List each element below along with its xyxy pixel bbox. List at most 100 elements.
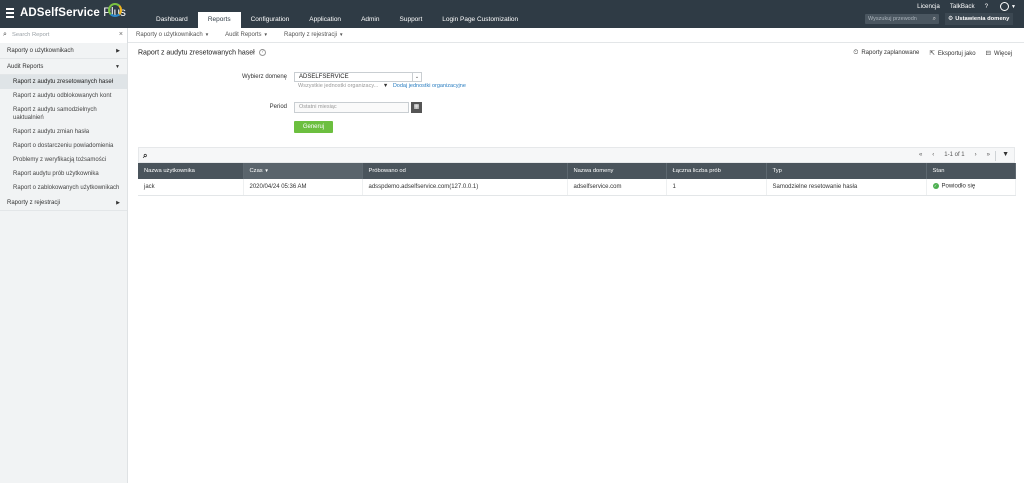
sidebar-group-label: Raporty z rejestracji [7, 200, 61, 206]
tab-application[interactable]: Application [299, 12, 351, 28]
search-guide-input[interactable]: Wyszukuj przewodn ⌕ [865, 14, 939, 24]
pager: « ‹ 1-1 of 1 › » [909, 152, 990, 158]
chevron-down-icon: ▼ [263, 32, 268, 37]
sidebar-item-identity-verification[interactable]: Problemy z weryfikacją tożsamości [0, 153, 127, 167]
cell-username: jack [138, 179, 244, 196]
report-search-placeholder: Search Report [12, 32, 50, 38]
help-icon[interactable]: ? [258, 49, 266, 56]
more-label: Więcej [993, 51, 1012, 57]
period-input[interactable]: Ostatni miesiąc [294, 102, 409, 113]
chevron-right-icon: ▶ [116, 200, 120, 206]
scheduled-reports-label: Raporty zaplanowane [861, 50, 920, 56]
user-icon[interactable] [1000, 2, 1010, 11]
column-header-username[interactable]: Nazwa użytkownika [138, 163, 244, 179]
pager-first-button[interactable]: « [919, 152, 922, 158]
column-header-time[interactable]: Czas ▼ [243, 163, 363, 179]
more-button[interactable]: ⊟ Więcej [986, 49, 1012, 57]
table-row[interactable]: jack 2020/04/24 05:36 AM adsspdemo.adsel… [138, 179, 1016, 196]
chevron-down-icon[interactable]: ⌄ [412, 73, 421, 81]
scheduled-reports-button[interactable]: ⏲ Raporty zaplanowane [853, 49, 919, 57]
column-header-domain[interactable]: Nazwa domeny [567, 163, 667, 179]
column-header-attempted-from[interactable]: Próbowano od [362, 163, 568, 179]
period-label: Period [269, 104, 287, 110]
ou-placeholder[interactable]: Wszystkie jednostki organizacy... [298, 83, 378, 89]
tab-login-page-customization[interactable]: Login Page Customization [432, 12, 528, 28]
main-content: Raport z audytu zresetowanych haseł? ⏲ Ra… [128, 43, 1024, 483]
domain-settings-button[interactable]: ⚙ Ustawienia domeny [945, 13, 1014, 25]
tab-reports[interactable]: Reports [197, 12, 241, 29]
filter-icon[interactable]: ▼ [1002, 151, 1009, 158]
column-header-type[interactable]: Typ [766, 163, 927, 179]
pager-prev-button[interactable]: ‹ [932, 152, 934, 158]
export-button[interactable]: ⇱ Eksportuj jako [929, 49, 975, 57]
column-header-time-label: Czas [249, 168, 263, 174]
page-actions: ⏲ Raporty zaplanowane ⇱ Eksportuj jako ⊟ Wi… [843, 49, 1012, 57]
brand-swirl-icon [108, 3, 122, 17]
submenu-audit-reports[interactable]: Audit Reports ▼ [225, 32, 268, 38]
divider [995, 151, 996, 161]
filter-icon[interactable]: ▼ [383, 83, 388, 89]
chevron-down-icon[interactable]: ▼ [1011, 4, 1016, 10]
add-ou-link[interactable]: Dodaj jednostki organizacyjne [393, 83, 466, 89]
cell-status: ✓ Powiodło się [926, 179, 1016, 196]
generate-button[interactable]: Generuj [294, 121, 333, 133]
brand-name: ADSelfService [20, 7, 100, 19]
pager-last-button[interactable]: » [987, 152, 990, 158]
top-links: Licencja TalkBack ? ▼ [907, 2, 1016, 11]
search-guide-placeholder: Wyszukuj przewodn [868, 16, 917, 22]
cell-time: 2020/04/24 05:36 AM [243, 179, 363, 196]
submenu-enrollment-reports[interactable]: Raporty z rejestracji ▼ [284, 32, 343, 38]
page-title: Raport z audytu zresetowanych haseł? [138, 49, 266, 56]
sub-navbar: ⌕ Search Report × Raporty o użytkownikac… [0, 28, 1024, 43]
more-icon: ⊟ [985, 50, 991, 57]
pager-range: 1-1 of 1 [944, 152, 965, 158]
export-label: Eksportuj jako [937, 51, 976, 57]
help-link[interactable]: ? [985, 3, 988, 10]
page-title-text: Raport z audytu zresetowanych haseł [138, 49, 255, 57]
chevron-down-icon: ▼ [115, 64, 120, 70]
schedule-icon: ⏲ [853, 49, 859, 56]
submenu-user-reports[interactable]: Raporty o użytkownikach ▼ [136, 32, 209, 38]
license-link[interactable]: Licencja [917, 3, 940, 10]
sub-menus: Raporty o użytkownikach ▼ Audit Reports ▼ … [136, 32, 359, 38]
tab-admin[interactable]: Admin [351, 12, 389, 28]
pager-next-button[interactable]: › [975, 152, 977, 158]
tab-dashboard[interactable]: Dashboard [146, 12, 198, 28]
chevron-right-icon: ▶ [116, 48, 120, 54]
export-icon: ⇱ [929, 50, 935, 57]
talkback-link[interactable]: TalkBack [950, 3, 975, 10]
sidebar-item-reset-audit[interactable]: Raport z audytu zresetowanych haseł [0, 75, 127, 89]
domain-select-value: ADSELFSERVICE [299, 74, 349, 80]
sidebar-group-audit-reports[interactable]: Audit Reports ▼ [0, 59, 127, 75]
search-icon[interactable]: ⌕ [933, 14, 936, 24]
calendar-icon[interactable]: ▦ [411, 102, 422, 113]
sidebar-group-label: Audit Reports [7, 64, 44, 70]
column-header-attempts[interactable]: Łączna liczba prób [666, 163, 767, 179]
hamburger-icon[interactable] [6, 8, 14, 18]
search-icon[interactable]: ⌕ [143, 151, 147, 161]
sidebar-group-label: Raporty o użytkownikach [7, 48, 74, 54]
sidebar-item-user-attempts-audit[interactable]: Raport audytu prób użytkownika [0, 167, 127, 181]
domain-label: Wybierz domenę [242, 74, 287, 80]
sidebar-item-self-update-audit[interactable]: Raport z audytu samodzielnych uaktualnie… [0, 103, 127, 125]
chevron-down-icon: ▼ [339, 32, 344, 37]
column-header-status[interactable]: Stan [926, 163, 1016, 179]
domain-select[interactable]: ADSELFSERVICE ⌄ [294, 72, 422, 82]
submenu-user-reports-label: Raporty o użytkownikach [136, 32, 203, 38]
cell-attempts: 1 [666, 179, 767, 196]
tab-configuration[interactable]: Configuration [241, 12, 300, 28]
report-search-input[interactable]: ⌕ Search Report × [0, 28, 128, 43]
close-icon[interactable]: × [119, 31, 123, 38]
sidebar-item-unlock-audit[interactable]: Raport z audytu odblokowanych kont [0, 89, 127, 103]
gear-icon: ⚙ [948, 16, 954, 22]
sidebar-item-change-password-audit[interactable]: Raport z audytu zmian hasła [0, 125, 127, 139]
sidebar: Raporty o użytkownikach ▶ Audit Reports … [0, 43, 128, 483]
domain-settings-label: Ustawienia domeny [955, 16, 1010, 22]
top-navbar: ADSelfService Plus Dashboard Reports Con… [0, 0, 1024, 29]
sidebar-group-enrollment-reports[interactable]: Raporty z rejestracji ▶ [0, 195, 127, 211]
sidebar-group-user-reports[interactable]: Raporty o użytkownikach ▶ [0, 43, 127, 59]
table-header-row: Nazwa użytkownika Czas ▼ Próbowano od Na… [138, 163, 1016, 179]
sidebar-item-locked-users[interactable]: Raport o zablokowanych użytkownikach [0, 181, 127, 195]
sidebar-item-notification-delivery[interactable]: Raport o dostarczeniu powiadomienia [0, 139, 127, 153]
tab-support[interactable]: Support [390, 12, 433, 28]
